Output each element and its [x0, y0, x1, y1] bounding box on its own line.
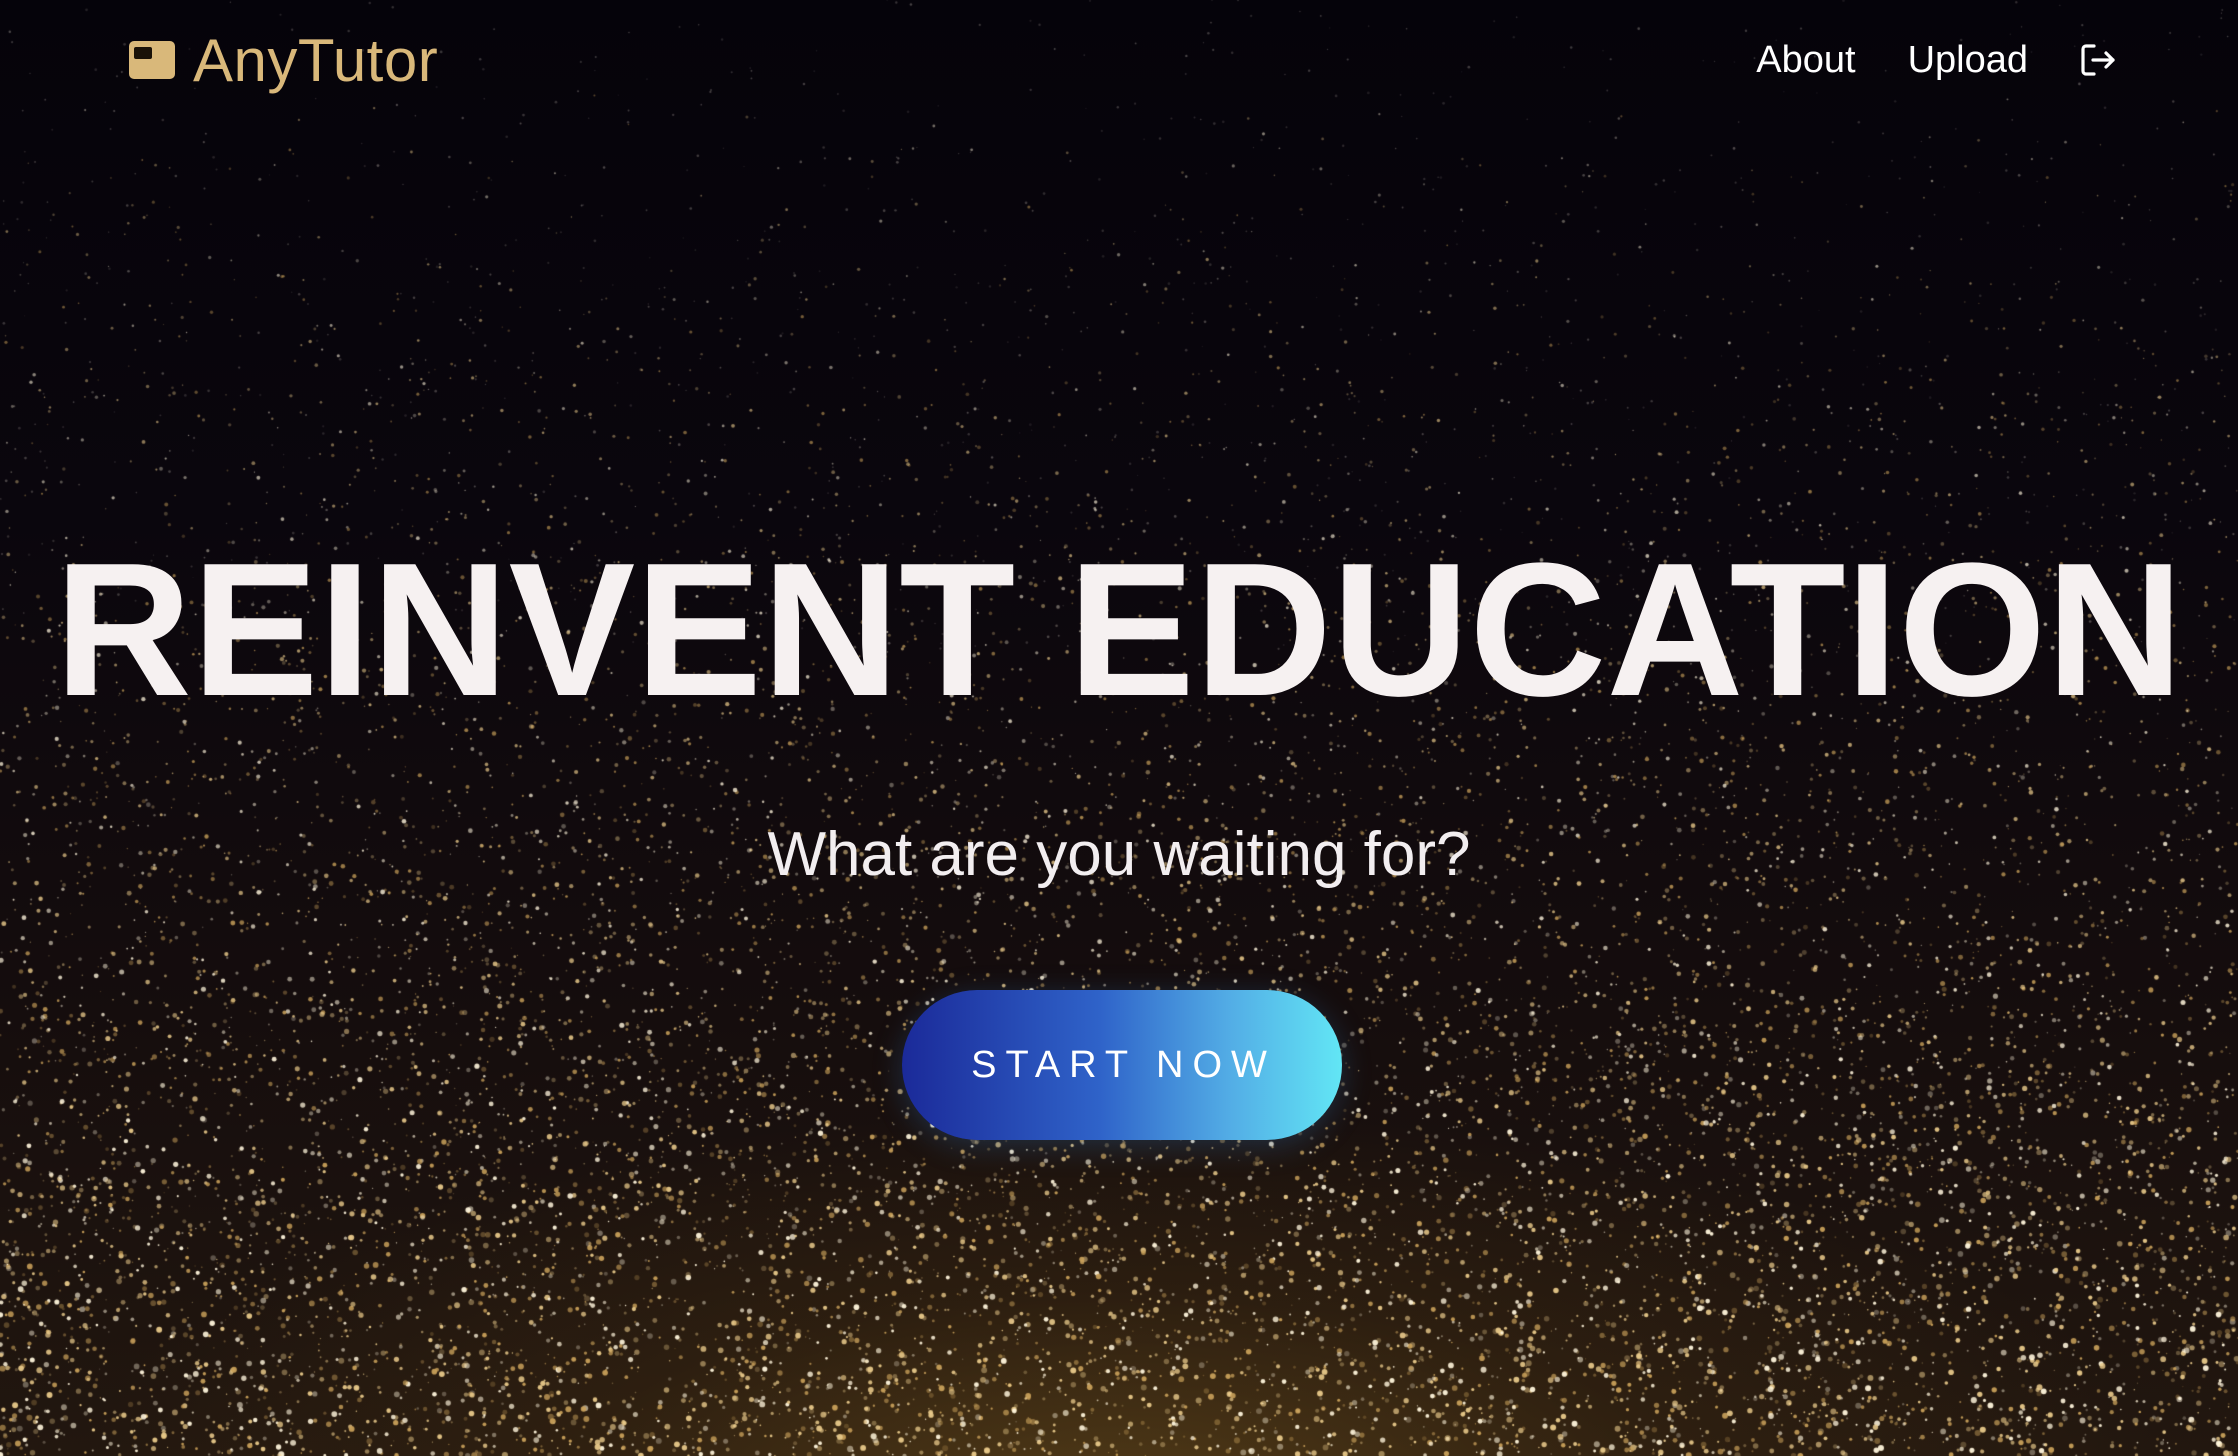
brand-name: AnyTutor	[193, 26, 439, 94]
hero-subtitle: What are you waiting for?	[767, 820, 1471, 889]
brand-logo-link[interactable]: AnyTutor	[129, 22, 438, 98]
nav-link-upload[interactable]: Upload	[1908, 39, 2028, 82]
hero-headline: REINVENT EDUCATION	[54, 524, 2184, 736]
window-icon	[129, 41, 175, 79]
top-navbar: AnyTutor About Upload	[0, 0, 2238, 120]
hero-section: AnyTutor About Upload REINVENT EDUCATION…	[0, 0, 2238, 1456]
start-now-button[interactable]: START NOW	[902, 990, 1342, 1140]
logout-icon[interactable]	[2078, 40, 2118, 80]
nav-link-about[interactable]: About	[1756, 39, 1855, 82]
nav-links: About Upload	[1704, 28, 2118, 92]
